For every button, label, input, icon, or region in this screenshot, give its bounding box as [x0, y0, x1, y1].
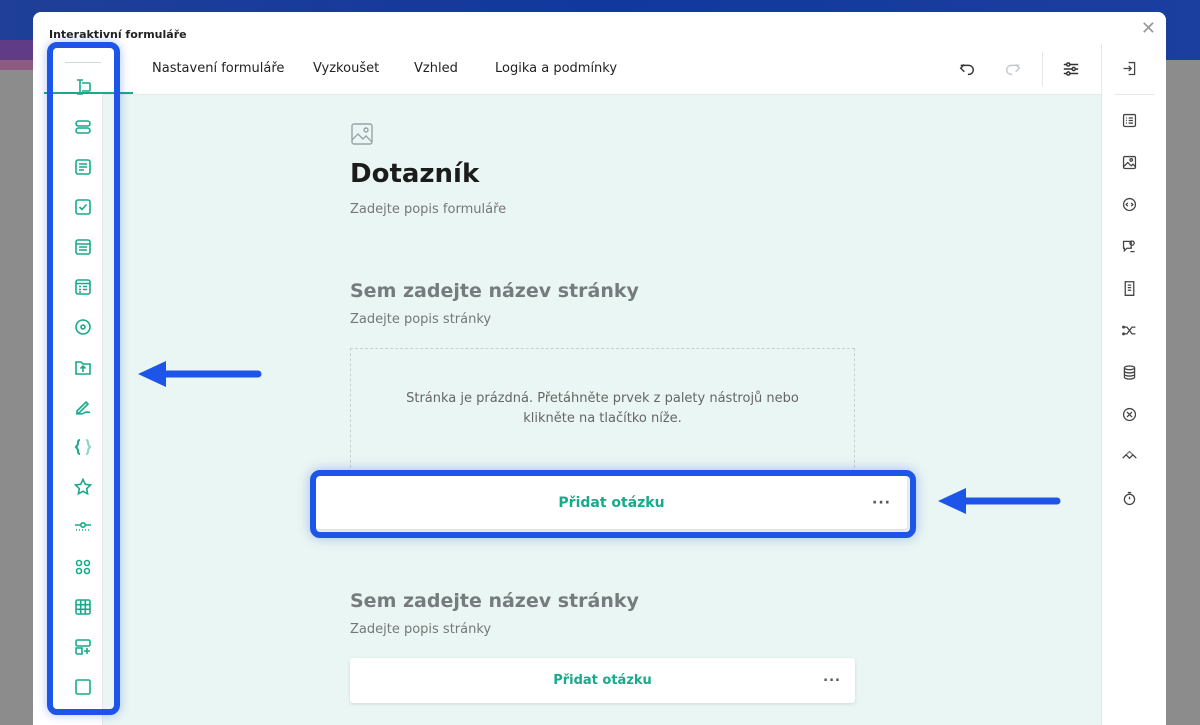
dropdown-icon[interactable] [65, 232, 101, 262]
document-icon[interactable] [1118, 277, 1140, 299]
multiple-text-icon[interactable] [65, 112, 101, 142]
add-question-label: Přidat otázku [553, 673, 652, 688]
empty-page-dropzone[interactable]: Stránka je prázdná. Přetáhněte prvek z p… [350, 348, 855, 473]
connector-icon[interactable] [1118, 445, 1140, 467]
settings-sliders-icon[interactable] [1060, 58, 1082, 80]
toolbar-divider [1042, 52, 1043, 86]
add-question-button[interactable]: Přidat otázku ··· [316, 476, 907, 529]
more-options-icon[interactable]: ··· [872, 495, 891, 511]
image-icon[interactable] [1118, 151, 1140, 173]
exit-icon[interactable] [1118, 57, 1140, 79]
right-sidebar [1101, 44, 1166, 725]
database-icon[interactable] [1118, 361, 1140, 383]
palette-divider [65, 62, 101, 63]
tab-logic[interactable]: Logika a podmínky [495, 61, 617, 76]
tab-appearance[interactable]: Vzhled [414, 61, 458, 76]
empty-page-message: Stránka je prázdná. Přetáhněte prvek z p… [406, 391, 799, 426]
dynamic-panel-icon[interactable] [65, 632, 101, 662]
code-icon[interactable] [1118, 193, 1140, 215]
image-picker-icon[interactable] [65, 552, 101, 582]
page-title[interactable]: Sem zadejte název stránky [350, 590, 639, 612]
expression-icon[interactable] [65, 432, 101, 462]
toolbox-palette [45, 44, 103, 725]
cancel-icon[interactable] [1118, 403, 1140, 425]
timer-icon[interactable] [1118, 487, 1140, 509]
logo-placeholder-icon[interactable] [350, 122, 374, 146]
chat-settings-icon[interactable] [1118, 235, 1140, 257]
more-options-icon[interactable]: ··· [823, 673, 841, 688]
slider-icon[interactable] [65, 512, 101, 542]
form-canvas: Dotazník Zadejte popis formuláře Sem zad… [103, 95, 1101, 725]
tab-form-settings[interactable]: Nastavení formuláře [152, 61, 284, 76]
panel-icon[interactable] [65, 672, 101, 702]
undo-icon[interactable] [956, 58, 978, 80]
list-icon[interactable] [1118, 109, 1140, 131]
add-question-label: Přidat otázku [558, 494, 665, 511]
redo-icon[interactable] [1002, 58, 1024, 80]
tagbox-icon[interactable] [65, 272, 101, 302]
sidebar-divider [1114, 94, 1154, 95]
active-tab-indicator [44, 92, 133, 94]
text-input-icon[interactable] [65, 72, 101, 102]
comment-icon[interactable] [65, 152, 101, 182]
tab-preview[interactable]: Vyzkoušet [313, 61, 379, 76]
radio-icon[interactable] [65, 312, 101, 342]
signature-icon[interactable] [65, 392, 101, 422]
modal-title: Interaktivní formuláře [49, 28, 187, 41]
file-upload-icon[interactable] [65, 352, 101, 382]
close-icon[interactable]: ✕ [1141, 18, 1156, 39]
page-title[interactable]: Sem zadejte název stránky [350, 280, 639, 302]
form-description[interactable]: Zadejte popis formuláře [350, 202, 506, 217]
tab-bar: Nastavení formuláře Vyzkoušet Vzhled Log… [103, 44, 1101, 95]
checkbox-icon[interactable] [65, 192, 101, 222]
matrix-icon[interactable] [65, 592, 101, 622]
page-description[interactable]: Zadejte popis stránky [350, 312, 491, 327]
shuffle-icon[interactable] [1118, 319, 1140, 341]
form-title[interactable]: Dotazník [350, 159, 479, 189]
rating-icon[interactable] [65, 472, 101, 502]
page-description[interactable]: Zadejte popis stránky [350, 622, 491, 637]
add-question-button[interactable]: Přidat otázku ··· [350, 658, 855, 703]
